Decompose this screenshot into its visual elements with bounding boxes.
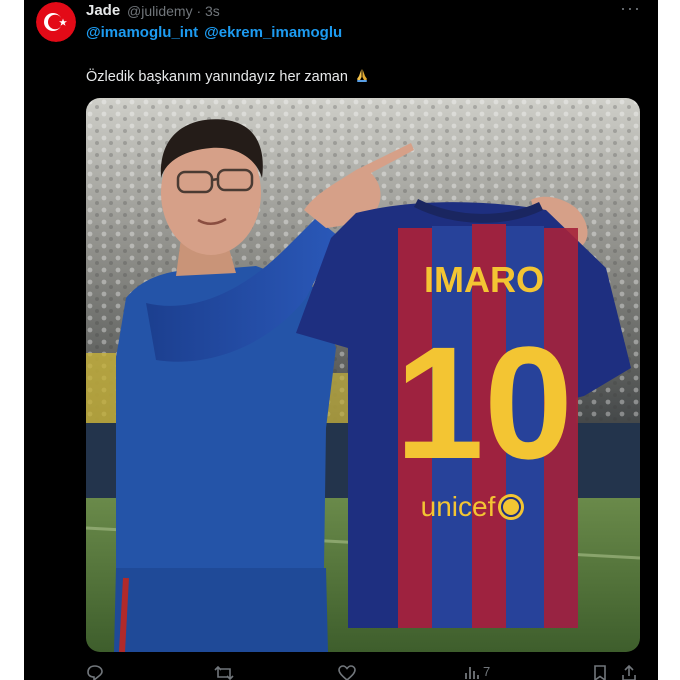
image-scene: IMARO 10 unicef (86, 98, 640, 652)
mention-link[interactable]: @ekrem_imamoglu (204, 24, 342, 41)
retweet-button[interactable] (214, 664, 234, 680)
views-count: 7 (483, 664, 491, 679)
tweet-text-body: Özledik başkanım yanındayız her zaman (86, 69, 348, 85)
jersey-number: 10 (395, 313, 573, 492)
avatar[interactable] (36, 2, 76, 42)
views-icon (465, 667, 479, 679)
heart-icon (338, 665, 356, 680)
tweet-image[interactable]: IMARO 10 unicef (86, 98, 640, 652)
tweet-text: Özledik başkanım yanındayız her zaman (86, 67, 370, 85)
bookmark-icon (594, 665, 606, 680)
views-button[interactable]: 7 (464, 664, 490, 680)
like-button[interactable] (338, 664, 356, 680)
tweet-card[interactable]: Jade @julidemy · 3s ··· @imamoglu_int @ek… (24, 0, 658, 680)
share-icon (622, 664, 636, 680)
handle-and-time[interactable]: @julidemy · 3s (127, 3, 220, 19)
retweet-icon (214, 665, 234, 680)
mention-link[interactable]: @imamoglu_int (86, 24, 198, 41)
share-button[interactable] (620, 664, 638, 680)
bookmark-button[interactable] (592, 664, 608, 680)
display-name[interactable]: Jade (86, 2, 120, 19)
mentions-line: @imamoglu_int @ekrem_imamoglu (86, 24, 348, 41)
reply-icon (87, 665, 103, 680)
action-bar: 7 (86, 664, 640, 680)
more-dots-icon[interactable]: ··· (620, 0, 641, 19)
jersey-sponsor: unicef (421, 491, 496, 522)
jersey-name: IMARO (424, 259, 544, 300)
reply-button[interactable] (86, 664, 104, 680)
folded-hands-emoji (356, 69, 367, 82)
